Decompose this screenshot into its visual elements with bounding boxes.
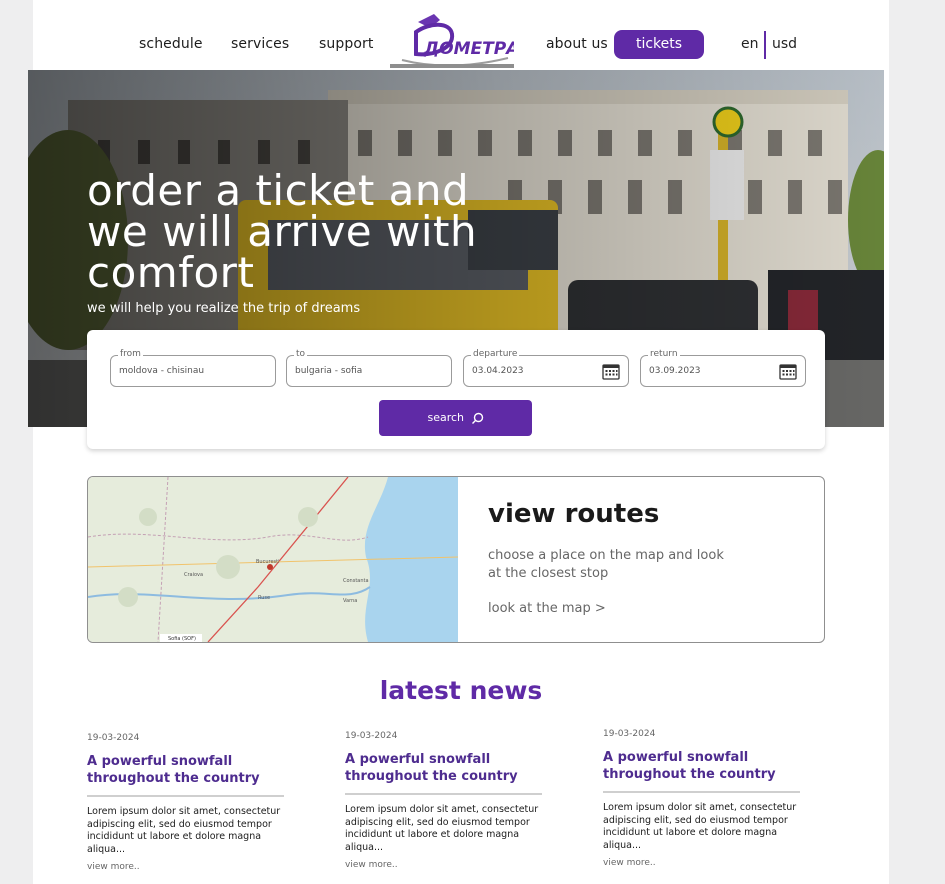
nav-support[interactable]: support xyxy=(319,36,373,52)
news-card: 19-03-2024 A powerful snowfall throughou… xyxy=(603,729,813,868)
from-value: moldova - chisinau xyxy=(119,366,205,376)
news-divider xyxy=(87,795,284,797)
news-card: 19-03-2024 A powerful snowfall throughou… xyxy=(87,733,297,872)
hero-subtitle: we will help you realize the trip of dre… xyxy=(87,301,361,316)
return-field[interactable]: return 03.09.2023 xyxy=(640,348,806,387)
routes-title: view routes xyxy=(488,499,660,529)
nav-services[interactable]: services xyxy=(231,36,289,52)
news-title[interactable]: A powerful snowfall throughout the count… xyxy=(345,751,555,785)
map-pin-icon xyxy=(267,564,273,570)
news-title[interactable]: A powerful snowfall throughout the count… xyxy=(603,749,813,783)
map-label-constanta: Constanta xyxy=(343,578,369,584)
search-button[interactable]: search xyxy=(379,400,532,436)
to-field[interactable]: to bulgaria - sofia xyxy=(286,348,452,387)
nav-about-us[interactable]: about us xyxy=(546,36,608,52)
page: schedule services support ДОМЕТРА about … xyxy=(28,0,889,884)
logo-icon[interactable]: ДОМЕТРА xyxy=(390,8,519,70)
departure-field[interactable]: departure 03.04.2023 xyxy=(463,348,629,387)
routes-map[interactable]: Bucuresti Craiova Constanta Ruse Varna S… xyxy=(88,477,458,642)
to-value: bulgaria - sofia xyxy=(295,366,363,376)
tickets-button[interactable]: tickets xyxy=(614,30,704,59)
map-label-bucuresti: Bucuresti xyxy=(256,559,280,565)
news-excerpt: Lorem ipsum dolor sit amet, consectetur … xyxy=(603,802,797,851)
search-button-label: search xyxy=(427,411,465,424)
nav-schedule[interactable]: schedule xyxy=(139,36,203,52)
news-heading: latest news xyxy=(379,676,543,705)
search-form: from moldova - chisinau to bulgaria - so… xyxy=(87,330,825,449)
header-divider xyxy=(764,31,766,59)
from-field[interactable]: from moldova - chisinau xyxy=(110,348,276,387)
news-excerpt: Lorem ipsum dolor sit amet, consectetur … xyxy=(87,806,281,855)
map-label-sofia: Sofia (SOF) xyxy=(168,636,196,642)
search-icon xyxy=(471,412,483,424)
routes-description: choose a place on the map and look at th… xyxy=(488,548,724,581)
map-label-craiova: Craiova xyxy=(184,572,203,578)
news-title[interactable]: A powerful snowfall throughout the count… xyxy=(87,753,297,787)
active-indicator xyxy=(390,64,514,68)
view-more-link[interactable]: view more.. xyxy=(345,860,555,870)
view-more-link[interactable]: view more.. xyxy=(603,858,813,868)
news-divider xyxy=(345,793,542,795)
return-value: 03.09.2023 xyxy=(649,366,701,376)
news-date: 19-03-2024 xyxy=(87,733,140,743)
calendar-icon[interactable] xyxy=(779,363,797,380)
departure-value: 03.04.2023 xyxy=(472,366,524,376)
news-date: 19-03-2024 xyxy=(345,731,398,741)
news-divider xyxy=(603,791,800,793)
language-selector[interactable]: en xyxy=(741,36,759,52)
routes-card: Bucuresti Craiova Constanta Ruse Varna S… xyxy=(87,476,825,643)
logo-text: ДОМЕТРА xyxy=(423,39,514,59)
calendar-icon[interactable] xyxy=(602,363,620,380)
to-label: to xyxy=(294,348,308,360)
from-label: from xyxy=(118,348,143,360)
news-date: 19-03-2024 xyxy=(603,729,656,739)
currency-selector[interactable]: usd xyxy=(772,36,797,52)
departure-label: departure xyxy=(471,348,520,360)
view-map-link[interactable]: look at the map > xyxy=(488,601,606,616)
map-label-varna: Varna xyxy=(343,598,357,604)
hero-title: order a ticket and we will arrive with c… xyxy=(87,166,478,297)
map-label-ruse: Ruse xyxy=(258,595,270,601)
news-card: 19-03-2024 A powerful snowfall throughou… xyxy=(345,731,555,870)
return-label: return xyxy=(648,348,680,360)
view-more-link[interactable]: view more.. xyxy=(87,862,297,872)
news-excerpt: Lorem ipsum dolor sit amet, consectetur … xyxy=(345,804,539,853)
